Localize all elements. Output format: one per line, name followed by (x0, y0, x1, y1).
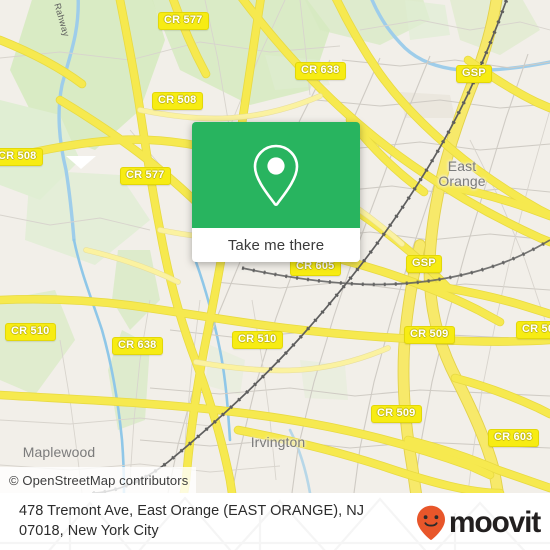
road-shield: CR 638 (112, 337, 163, 355)
road-shield: CR 508 (0, 148, 43, 166)
map-popup-card[interactable]: Take me there (192, 122, 360, 262)
road-shield: CR 50 (516, 321, 550, 339)
address-line-2: 07018, New York City (19, 523, 159, 539)
place-label-maplewood: Maplewood (22, 444, 96, 460)
address-line-1: 478 Tremont Ave, East Orange (EAST ORANG… (19, 503, 365, 519)
moovit-smiley-pin-icon (416, 505, 445, 540)
road-shield: CR 577 (158, 12, 209, 30)
address-text: 478 Tremont Ave, East Orange (EAST ORANG… (19, 501, 409, 541)
popup-pointer-tail (66, 156, 96, 169)
map-canvas[interactable]: .rd { fill:none; stroke:#f6e94f; stroke-… (0, 0, 550, 493)
location-pin-icon (253, 144, 299, 207)
road-shield: CR 638 (295, 62, 346, 80)
map-screenshot: .rd { fill:none; stroke:#f6e94f; stroke-… (0, 0, 550, 550)
popup-header (192, 122, 360, 228)
road-shield: CR 508 (152, 92, 203, 110)
moovit-brand: moovit (416, 505, 541, 541)
moovit-wordmark: moovit (448, 506, 541, 539)
road-shield: CR 509 (371, 405, 422, 423)
attribution-text: © OpenStreetMap contributors (9, 472, 189, 488)
road-shield: CR 577 (120, 167, 171, 185)
road-shield: CR 603 (488, 429, 539, 447)
popup-footer[interactable]: Take me there (192, 228, 360, 262)
road-shield: GSP (456, 65, 492, 83)
place-label-east-orange: East Orange (438, 158, 486, 189)
osm-attribution: © OpenStreetMap contributors (0, 467, 197, 493)
place-label-irvington: Irvington (250, 434, 306, 450)
road-shield: GSP (406, 255, 442, 273)
road-shield: CR 510 (5, 323, 56, 341)
road-shield: CR 509 (404, 326, 455, 344)
footer-bar: 478 Tremont Ave, East Orange (EAST ORANG… (0, 493, 550, 550)
take-me-there-button[interactable]: Take me there (228, 237, 324, 254)
road-shield: CR 510 (232, 331, 283, 349)
